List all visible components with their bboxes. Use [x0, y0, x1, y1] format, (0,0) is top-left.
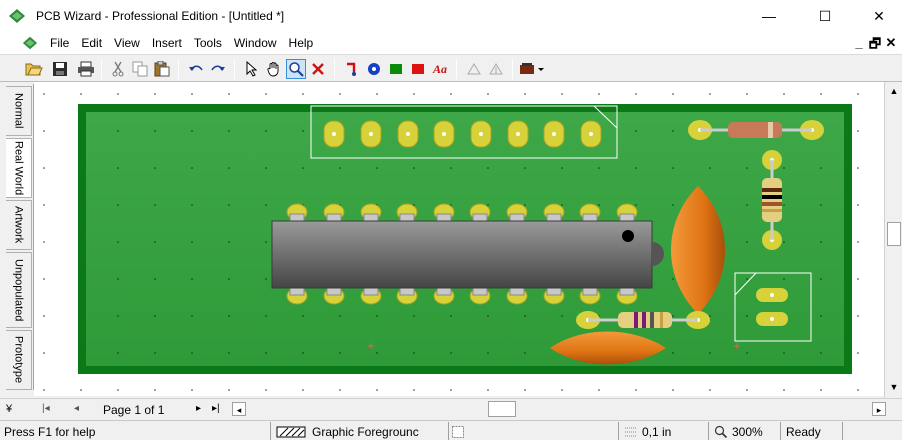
zoom-icon[interactable] [286, 59, 306, 79]
redo-icon[interactable] [208, 59, 228, 79]
menu-insert[interactable]: Insert [146, 32, 188, 54]
next-page-icon[interactable]: ▸ [196, 403, 201, 414]
title-bar: PCB Wizard - Professional Edition - [Unt… [0, 0, 902, 32]
tab-real-world[interactable]: Real World [6, 138, 32, 198]
scroll-down-icon[interactable]: ▼ [887, 380, 901, 394]
rotate-left-icon[interactable] [464, 59, 484, 79]
rotate-right-icon[interactable] [486, 59, 506, 79]
menu-view[interactable]: View [108, 32, 146, 54]
status-layer[interactable]: Graphic Foregrounc [312, 424, 419, 440]
tab-prototype[interactable]: Prototype [6, 330, 32, 390]
pad-icon[interactable] [364, 59, 384, 79]
green-rectangle-icon[interactable] [386, 59, 406, 79]
resistor-bottom [576, 311, 710, 329]
toolbar: Aa [0, 54, 902, 82]
resistor-vertical-right [762, 150, 782, 250]
undo-icon[interactable] [186, 59, 206, 79]
page-label: Page 1 of 1 [103, 403, 165, 417]
menu-edit[interactable]: Edit [75, 32, 108, 54]
cut-icon[interactable] [108, 59, 128, 79]
open-icon[interactable] [24, 59, 44, 79]
menu-file[interactable]: File [44, 32, 75, 54]
toolbar-separator [178, 59, 179, 79]
red-rectangle-icon[interactable] [408, 59, 428, 79]
toolbar-separator [101, 59, 102, 79]
close-button[interactable]: ✕ [856, 0, 902, 32]
menu-tools[interactable]: Tools [188, 32, 228, 54]
window-title: PCB Wizard - Professional Edition - [Unt… [36, 9, 285, 23]
toolbar-separator [456, 59, 457, 79]
status-grid[interactable]: 0,1 in [642, 424, 671, 440]
last-page-icon[interactable]: ▸| [212, 403, 220, 414]
toolbar-separator [234, 59, 235, 79]
minimize-button[interactable]: — [746, 0, 792, 32]
menu-help[interactable]: Help [283, 32, 320, 54]
zoom-status-icon [714, 424, 728, 440]
view-tabs: Normal Real World Artwork Unpopulated Pr… [0, 84, 34, 390]
tab-artwork[interactable]: Artwork [6, 200, 32, 250]
scroll-up-icon[interactable]: ▲ [887, 84, 901, 98]
text-icon[interactable]: Aa [430, 59, 450, 79]
document-icon[interactable] [22, 35, 38, 51]
layer-icon [276, 424, 306, 440]
ic-chip [271, 220, 653, 289]
page-navigation-bar: ¥ |◂ ◂ Page 1 of 1 ▸ ▸| ◂ ▸ [0, 398, 902, 420]
tab-normal[interactable]: Normal [6, 86, 32, 136]
pcb-canvas[interactable] [34, 82, 886, 396]
resistor-top-right [688, 120, 824, 140]
track-icon[interactable] [342, 59, 362, 79]
vertical-scrollbar[interactable]: ▲ ▼ [884, 82, 902, 398]
pcb-drawing [34, 82, 886, 396]
scroll-right-icon[interactable]: ▸ [872, 402, 886, 416]
first-page-icon[interactable]: |◂ [42, 403, 50, 414]
layer-color-swatch-icon [452, 424, 464, 440]
delete-icon[interactable] [308, 59, 328, 79]
copy-icon[interactable] [130, 59, 150, 79]
status-zoom[interactable]: 300% [732, 424, 763, 440]
tab-unpopulated[interactable]: Unpopulated [6, 252, 32, 328]
vertical-scroll-thumb[interactable] [887, 222, 901, 246]
component-dropdown-icon[interactable] [518, 59, 546, 79]
status-help-text: Press F1 for help [4, 425, 96, 439]
status-state: Ready [786, 425, 821, 439]
menu-bar: File Edit View Insert Tools Window Help … [0, 32, 902, 54]
horizontal-scroll-thumb[interactable] [488, 401, 516, 417]
pcb-wizard-app-icon [9, 9, 25, 23]
status-bar: Press F1 for help Graphic Foregrounc 0,1… [0, 420, 902, 440]
maximize-button[interactable]: ☐ [802, 0, 848, 32]
tabs-expand-icon[interactable]: ¥ [6, 403, 12, 415]
toolbar-separator [512, 59, 513, 79]
menu-window[interactable]: Window [228, 32, 283, 54]
pan-hand-icon[interactable] [264, 59, 284, 79]
save-icon[interactable] [50, 59, 70, 79]
print-icon[interactable] [76, 59, 96, 79]
scroll-left-icon[interactable]: ◂ [232, 402, 246, 416]
grid-icon [624, 424, 638, 440]
select-pointer-icon[interactable] [242, 59, 262, 79]
toolbar-separator [334, 59, 335, 79]
previous-page-icon[interactable]: ◂ [74, 403, 79, 414]
paste-icon[interactable] [152, 59, 172, 79]
